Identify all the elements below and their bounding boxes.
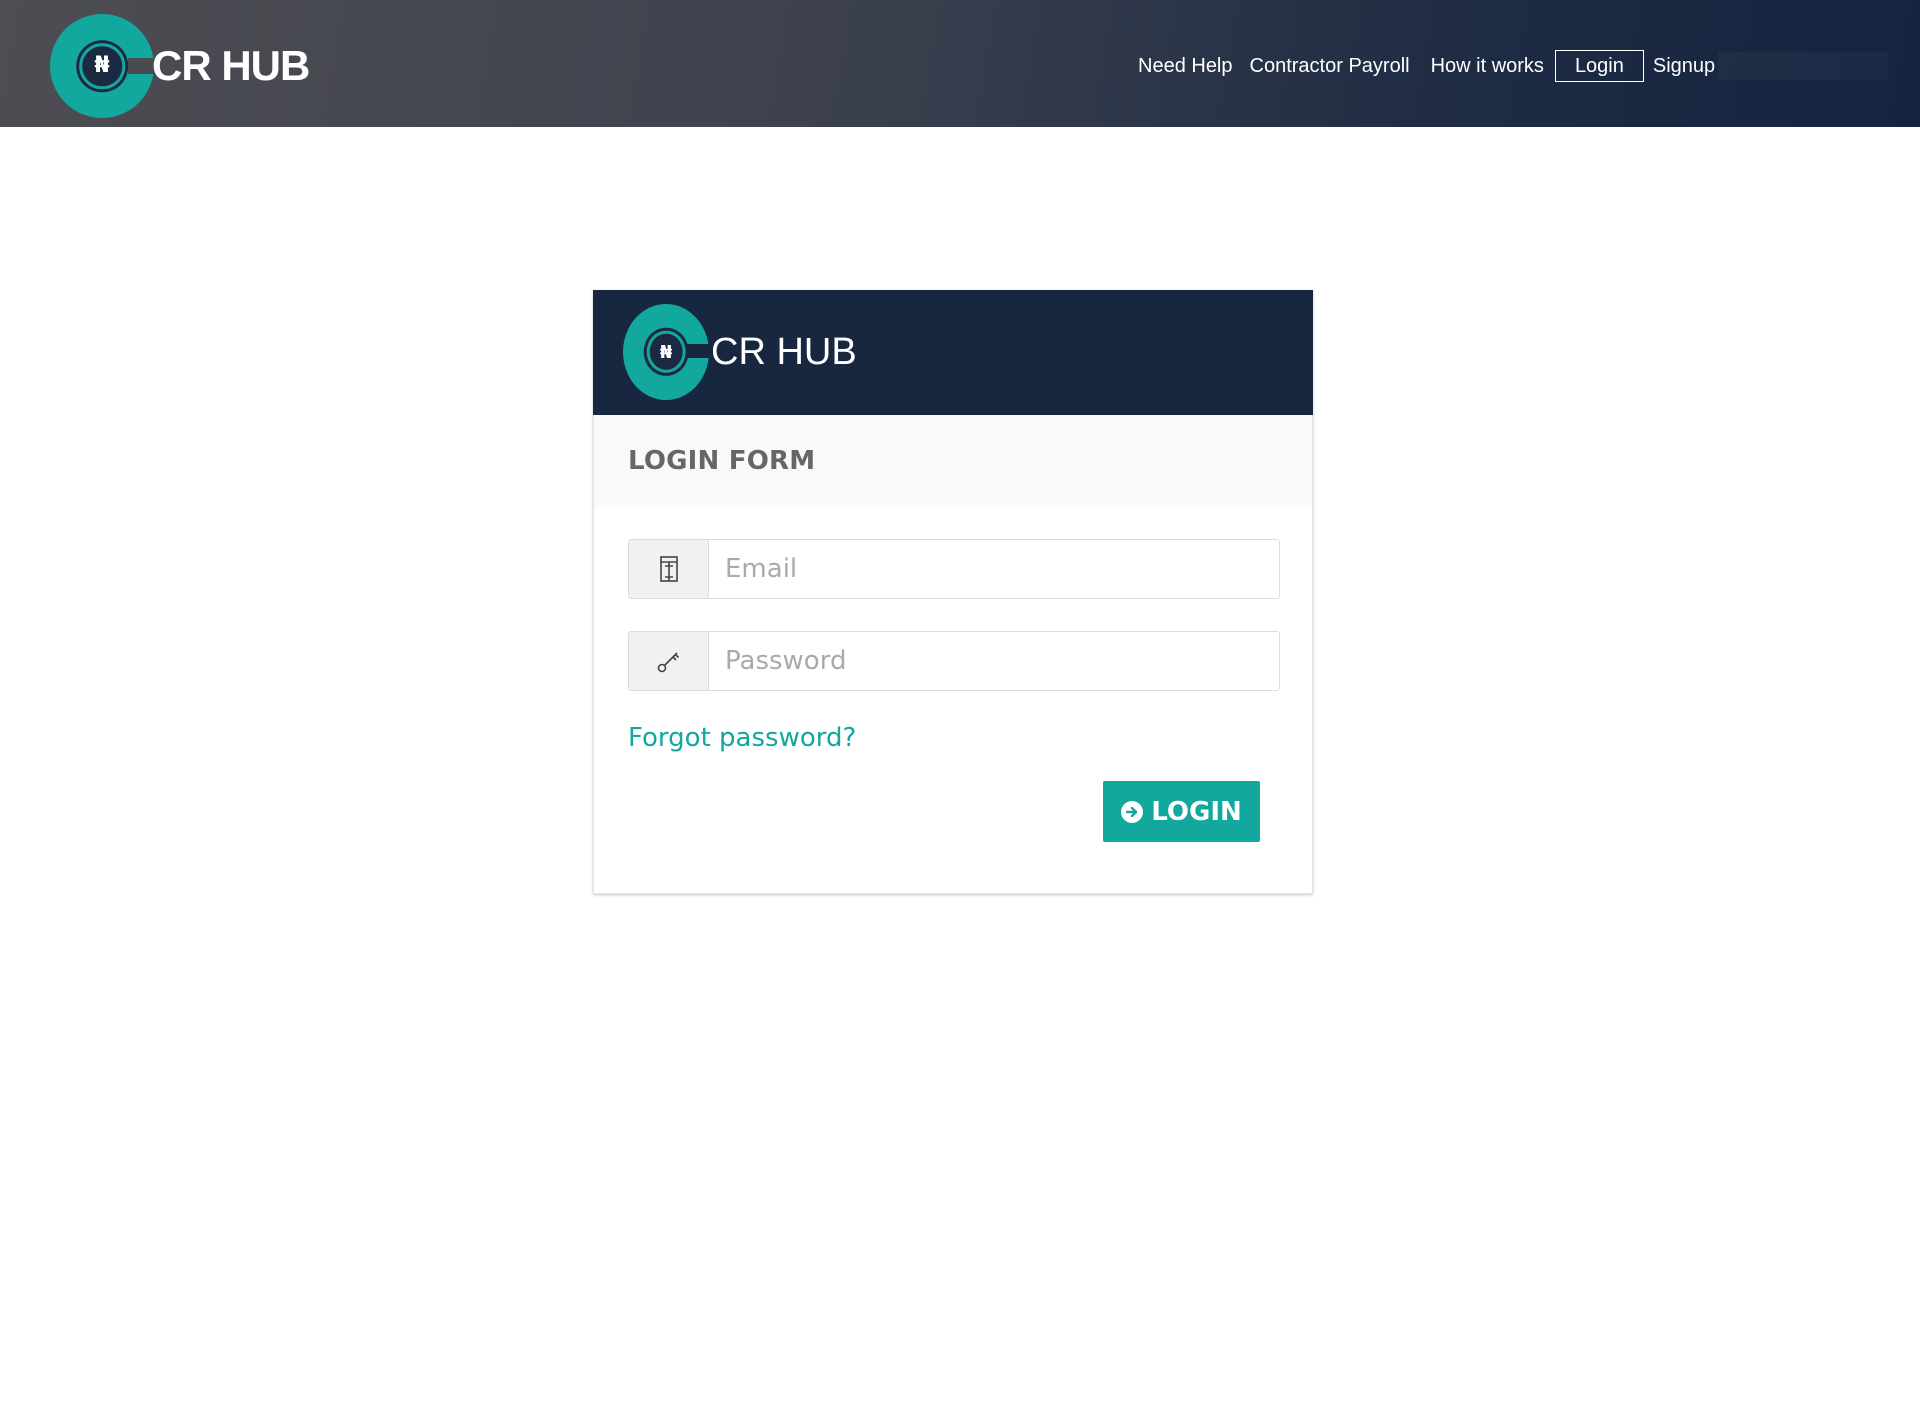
logo-notch <box>687 344 713 358</box>
email-input-group <box>628 539 1280 599</box>
card-logo-text: CR HUB <box>711 330 857 373</box>
nav-contractor-payroll[interactable]: Contractor Payroll <box>1250 51 1410 81</box>
form-title-bar: LOGIN FORM <box>594 415 1312 507</box>
top-navbar: ₦ CR HUB Need Help Contractor Payroll Ho… <box>0 0 1920 127</box>
nav-login[interactable]: Login <box>1554 50 1644 82</box>
card-logo: ₦ CR HUB <box>623 304 857 400</box>
email-input[interactable] <box>709 540 1279 598</box>
logo-text: CR HUB <box>152 42 310 89</box>
naira-icon: ₦ <box>79 43 125 89</box>
site-logo[interactable]: ₦ CR HUB <box>50 14 313 118</box>
password-input-group <box>628 631 1280 691</box>
main-nav: Need Help Contractor Payroll How it work… <box>1138 50 1715 82</box>
circle-arrow-right-icon <box>1121 800 1144 823</box>
nav-how-it-works[interactable]: How it works <box>1431 51 1544 81</box>
building-icon <box>629 540 709 598</box>
nav-signup[interactable]: Signup <box>1653 51 1715 81</box>
login-card: ₦ CR HUB LOGIN FORM Email Forgot passwor… <box>593 290 1313 894</box>
forgot-password-link[interactable]: Forgot password? <box>628 723 856 753</box>
naira-icon: ₦ <box>646 330 686 374</box>
card-header: ₦ CR HUB <box>593 290 1313 415</box>
login-button-label: LOGIN <box>1151 796 1242 827</box>
nav-overlay <box>1718 52 1888 80</box>
nav-need-help[interactable]: Need Help <box>1138 51 1233 81</box>
password-input[interactable] <box>709 632 1279 690</box>
key-icon <box>629 632 709 690</box>
login-button[interactable]: LOGIN <box>1103 781 1260 842</box>
form-title: LOGIN FORM <box>628 446 816 476</box>
